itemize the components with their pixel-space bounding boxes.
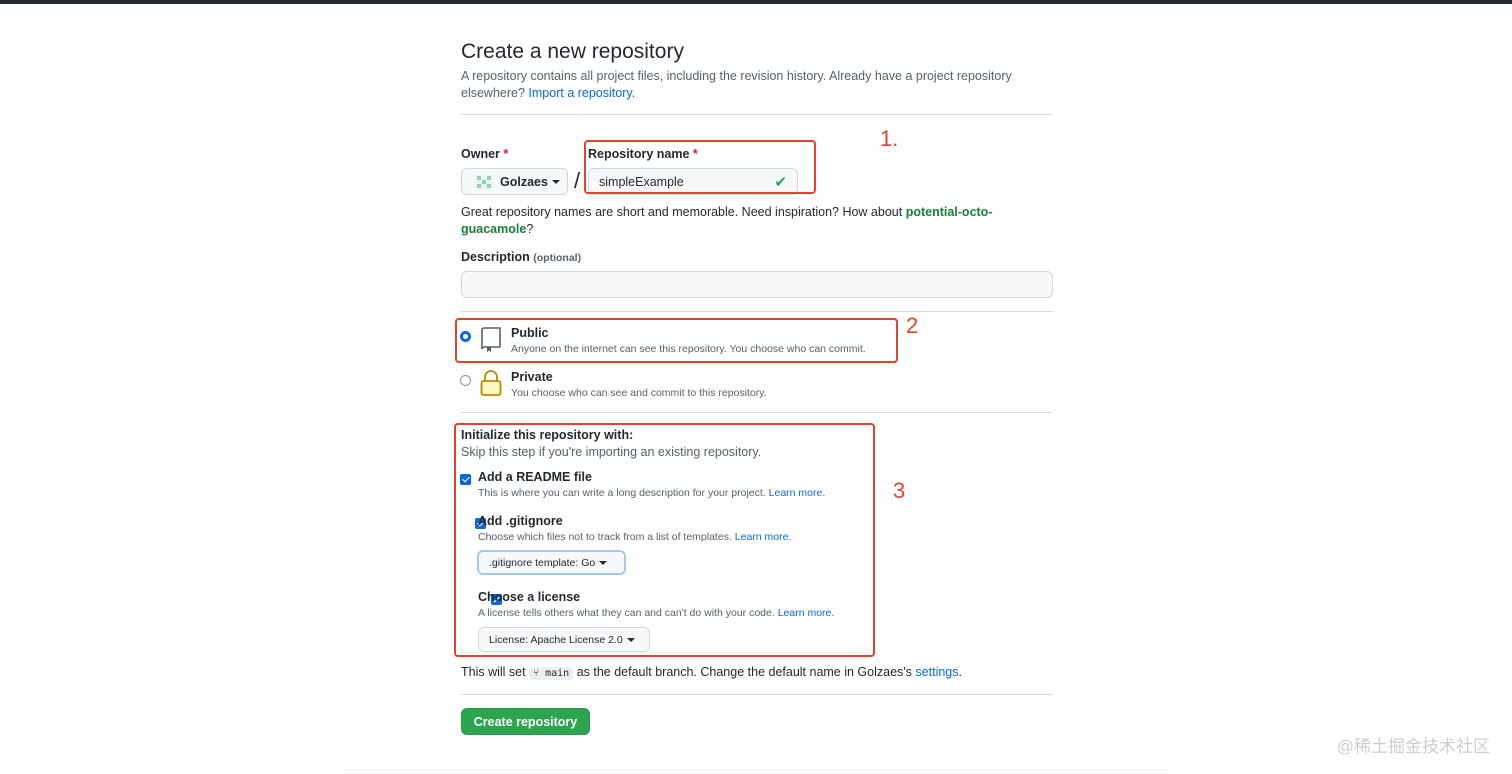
private-desc: You choose who can see and commit to thi… — [511, 387, 767, 399]
annotation-number-2: 2 — [906, 313, 919, 338]
branch-chip: ⑂ main — [529, 667, 574, 680]
private-title: Private — [511, 370, 553, 384]
git-branch-icon: ⑂ — [533, 668, 540, 679]
owner-label-text: Owner — [461, 147, 500, 161]
lock-icon — [480, 370, 502, 402]
import-repository-link[interactable]: Import a repository. — [528, 86, 635, 100]
branch-note-middle: as the default branch. Change the defaul… — [576, 665, 912, 679]
owner-avatar-icon — [476, 173, 492, 190]
divider — [461, 311, 1053, 312]
optional-tag: (optional) — [533, 252, 582, 264]
annotation-number-1: 1. — [880, 126, 899, 151]
private-radio[interactable] — [460, 375, 471, 386]
divider — [461, 694, 1053, 695]
owner-repo-separator: / — [574, 168, 581, 193]
description-label: Description (optional) — [461, 250, 581, 264]
default-branch-note: This will set ⑂ main as the default bran… — [461, 665, 962, 680]
branch-name: main — [545, 668, 570, 679]
settings-link[interactable]: settings — [915, 665, 958, 679]
description-input[interactable] — [461, 271, 1053, 298]
chevron-down-icon — [551, 179, 560, 184]
divider — [461, 412, 1053, 413]
watermark: @稀土掘金技术社区 — [1336, 737, 1490, 756]
create-repository-button[interactable]: Create repository — [461, 708, 590, 735]
divider — [461, 114, 1053, 115]
page-subtitle: A repository contains all project files,… — [461, 68, 1051, 102]
hint-suffix: ? — [526, 222, 534, 236]
owner-value: Golzaes — [500, 174, 548, 189]
branch-note-prefix: This will set — [461, 665, 526, 679]
annotation-box-3 — [454, 423, 875, 657]
annotation-box-2 — [455, 318, 898, 363]
description-label-text: Description — [461, 250, 530, 264]
annotation-box-1 — [584, 140, 816, 194]
required-mark: * — [503, 147, 509, 161]
top-bar — [0, 0, 1512, 4]
owner-dropdown[interactable]: Golzaes — [461, 168, 568, 195]
branch-note-suffix: . — [958, 665, 962, 679]
repo-name-hint-text: Great repository names are short and mem… — [461, 205, 903, 219]
page-title: Create a new repository — [461, 40, 684, 63]
repo-name-hint: Great repository names are short and mem… — [461, 204, 1021, 238]
annotation-number-3: 3 — [893, 478, 906, 503]
footer-divider — [345, 769, 1167, 770]
owner-label: Owner * — [461, 147, 508, 161]
